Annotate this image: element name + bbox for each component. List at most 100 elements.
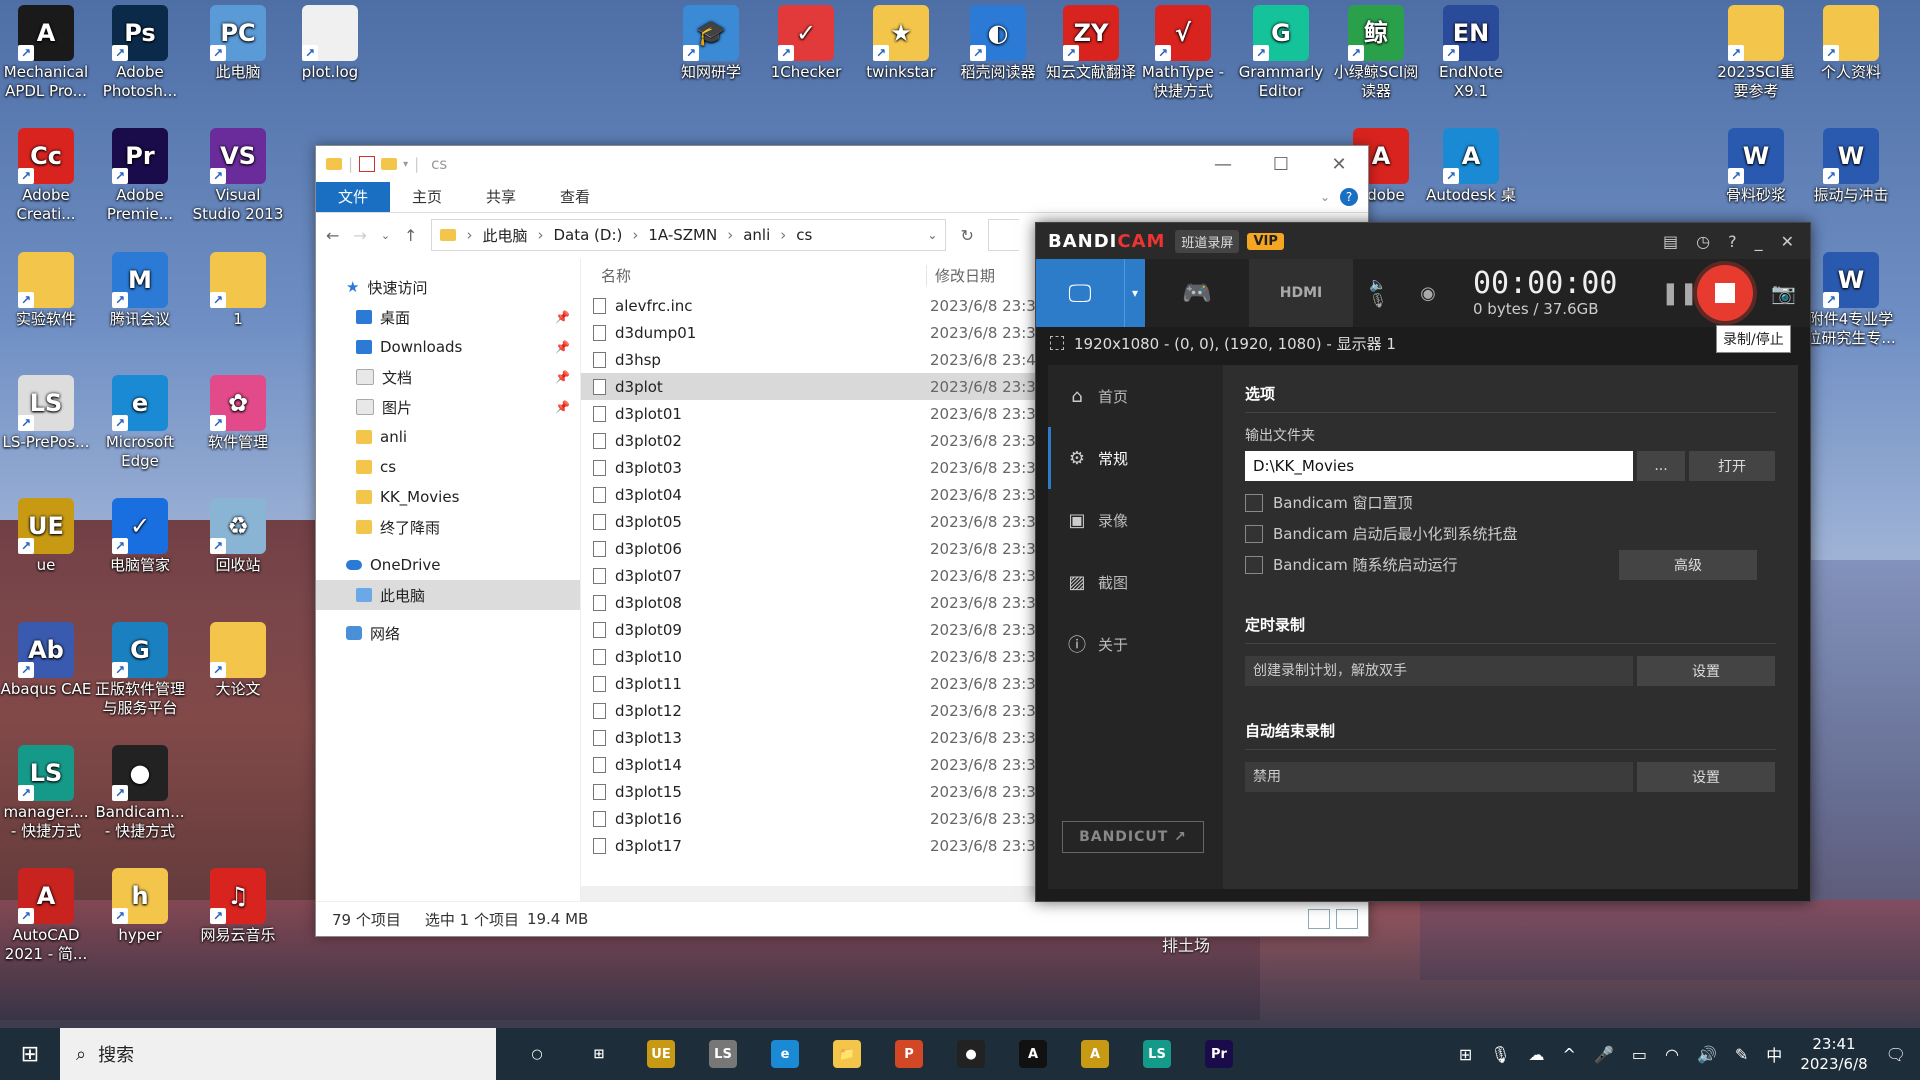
desktop-icon[interactable]: 个人资料 — [1805, 5, 1897, 82]
nav-item[interactable]: 终了降雨 — [316, 512, 580, 542]
taskbar-app-button[interactable]: P — [878, 1028, 940, 1080]
desktop-icon[interactable]: ZY 知云文献翻译 — [1045, 5, 1137, 82]
desktop-icon[interactable]: M 腾讯会议 — [94, 252, 186, 329]
checkbox-box[interactable] — [1245, 493, 1263, 512]
taskbar-app-button[interactable]: Pr — [1188, 1028, 1250, 1080]
capture-area-row[interactable]: 1920x1080 - (0, 0), (1920, 1080) - 显示器 1 — [1036, 327, 1810, 359]
maximize-button[interactable]: ☐ — [1252, 154, 1310, 175]
desktop-icon[interactable]: 鲸小绿鲸SCI阅读器 — [1330, 5, 1422, 101]
bandicam-nav-item[interactable]: ▨ 截图 — [1048, 551, 1223, 613]
breadcrumb-item[interactable]: anli — [743, 226, 770, 244]
battery-icon[interactable]: ▭ — [1632, 1045, 1647, 1064]
explorer-titlebar[interactable]: | ▾ | cs — ☐ ✕ — [316, 146, 1368, 182]
nav-item[interactable]: ★ 快速访问 — [316, 272, 580, 302]
column-date[interactable]: 修改日期 — [926, 264, 995, 286]
desktop-icon[interactable]: AAutoCAD 2021 - 简... — [0, 868, 92, 964]
desktop-icon[interactable]: √MathType - 快捷方式 — [1137, 5, 1229, 101]
desktop-icon[interactable]: 实验软件 — [0, 252, 92, 329]
checkbox-topmost[interactable]: Bandicam 窗口置顶 — [1245, 487, 1776, 518]
speaker-icon[interactable]: 🔈 — [1369, 277, 1386, 293]
tab-share[interactable]: 共享 — [464, 182, 538, 212]
nav-item[interactable]: 网络 — [316, 618, 580, 648]
desktop-icon[interactable]: PC 此电脑 — [192, 5, 284, 82]
pin-icon[interactable]: 📌 — [555, 340, 570, 354]
column-name[interactable]: 名称 — [581, 265, 926, 286]
close-button[interactable]: ✕ — [1781, 232, 1794, 251]
ime-indicator[interactable]: 中 — [1766, 1042, 1782, 1066]
start-button[interactable]: ⊞ — [0, 1042, 60, 1067]
checkbox-box[interactable] — [1245, 524, 1263, 543]
desktop-icon[interactable]: ●Bandicam... - 快捷方式 — [94, 745, 186, 841]
close-button[interactable]: ✕ — [1310, 154, 1368, 175]
taskbar-app-button[interactable]: UE — [630, 1028, 692, 1080]
pen-icon[interactable]: ✎ — [1735, 1045, 1748, 1064]
desktop-icon[interactable]: AMechanical APDL Pro... — [0, 5, 92, 101]
volume-icon[interactable]: 🔊 — [1697, 1045, 1717, 1064]
breadcrumb-item[interactable]: 1A-SZMN — [648, 226, 717, 244]
taskbar-app-button[interactable]: ⊞ — [568, 1028, 630, 1080]
desktop-icon[interactable]: PsAdobe Photosh... — [94, 5, 186, 101]
desktop-icon[interactable]: plot.log — [284, 5, 376, 82]
desktop-icon[interactable]: 🎓 知网研学 — [665, 5, 757, 82]
taskbar-app-button[interactable]: LS — [692, 1028, 754, 1080]
desktop-icon[interactable]: ENEndNote X9.1 — [1425, 5, 1517, 101]
bandicut-button[interactable]: BANDICUT ↗ — [1062, 821, 1204, 853]
notification-icon[interactable]: 🗨 — [1886, 1045, 1906, 1064]
tab-home[interactable]: 主页 — [390, 182, 464, 212]
desktop-icon[interactable]: ◐ 稻壳阅读器 — [952, 5, 1044, 82]
checkbox-run-startup[interactable]: Bandicam 随系统启动运行 — [1245, 549, 1625, 580]
nav-item[interactable]: Downloads 📌 — [316, 332, 580, 362]
taskbar-app-button[interactable]: LS — [1126, 1028, 1188, 1080]
desktop-icon[interactable]: Ab Abaqus CAE — [0, 622, 92, 699]
minimize-button[interactable]: _ — [1755, 232, 1763, 251]
taskbar-app-button[interactable]: ○ — [506, 1028, 568, 1080]
record-stop-button[interactable] — [1697, 265, 1754, 321]
taskbar-search[interactable]: ⌕ 搜索 — [60, 1028, 496, 1080]
nav-item[interactable]: anli — [316, 422, 580, 452]
desktop-icon[interactable]: h hyper — [94, 868, 186, 945]
open-folder-button[interactable]: 打开 — [1689, 451, 1775, 481]
details-view-button[interactable] — [1308, 909, 1330, 929]
pin-icon[interactable]: 📌 — [555, 400, 570, 414]
mic-icon[interactable]: 🎤 — [1594, 1045, 1614, 1064]
taskbar-app-button[interactable]: ● — [940, 1028, 1002, 1080]
desktop-icon[interactable]: G正版软件管理与服务平台 — [94, 622, 186, 718]
help-icon[interactable]: ? — [1340, 188, 1358, 206]
desktop-icon[interactable]: CcAdobe Creati... — [0, 128, 92, 224]
pin-icon[interactable]: 📌 — [555, 310, 570, 324]
desktop-icon[interactable]: A Autodesk 桌 — [1425, 128, 1517, 205]
screen-mode-dropdown[interactable]: ▾ — [1124, 259, 1145, 327]
show-hidden-icons-icon[interactable]: ^ — [1563, 1045, 1576, 1064]
desktop-icon[interactable]: ♫ 网易云音乐 — [192, 868, 284, 945]
autostop-settings-button[interactable]: 设置 — [1637, 762, 1775, 792]
minimize-button[interactable]: — — [1194, 154, 1252, 175]
schedule-settings-button[interactable]: 设置 — [1637, 656, 1775, 686]
breadcrumb[interactable]: › 此电脑 › Data (D:) › 1A-SZMN › anli › cs … — [431, 219, 947, 251]
search-box[interactable] — [987, 219, 1019, 251]
desktop-icon[interactable]: 大论文 — [192, 622, 284, 699]
bandicam-titlebar[interactable]: BANDICAM 班道录屏 VIP ▤ ◷ ? _ ✕ — [1036, 223, 1810, 259]
pause-icon[interactable]: ❚❚ — [1661, 281, 1698, 306]
desktop-icon[interactable]: 2023SCI重要参考 — [1710, 5, 1802, 101]
output-folder-input[interactable]: D:\KK_Movies — [1245, 451, 1633, 481]
checkbox-minimize-tray[interactable]: Bandicam 启动后最小化到系统托盘 — [1245, 518, 1776, 549]
back-arrow-icon[interactable]: ← — [326, 226, 339, 245]
nav-item[interactable]: cs — [316, 452, 580, 482]
screenshot-camera-icon[interactable]: 📷 — [1771, 281, 1796, 305]
desktop-icon[interactable]: LSmanager.... - 快捷方式 — [0, 745, 92, 841]
nav-item[interactable]: 文档 📌 — [316, 362, 580, 392]
microphone-icon[interactable]: 🎙 — [1369, 293, 1387, 309]
folder-icon[interactable]: ▤ — [1663, 232, 1678, 251]
breadcrumb-item[interactable]: Data (D:) — [553, 226, 622, 244]
large-icons-view-button[interactable] — [1336, 909, 1358, 929]
desktop-icon[interactable]: W 振动与冲击 — [1805, 128, 1897, 205]
desktop-icon[interactable]: PrAdobe Premie... — [94, 128, 186, 224]
screen-mode-button[interactable]: 🖵 — [1036, 259, 1124, 327]
properties-icon[interactable] — [359, 156, 376, 172]
address-dropdown-icon[interactable]: ⌄ — [927, 228, 937, 242]
nav-item[interactable]: OneDrive — [316, 550, 580, 580]
breadcrumb-item[interactable]: cs — [796, 226, 812, 244]
taskbar-app-button[interactable]: A — [1002, 1028, 1064, 1080]
breadcrumb-item[interactable]: 此电脑 — [482, 225, 527, 246]
refresh-icon[interactable]: ↻ — [960, 226, 973, 245]
